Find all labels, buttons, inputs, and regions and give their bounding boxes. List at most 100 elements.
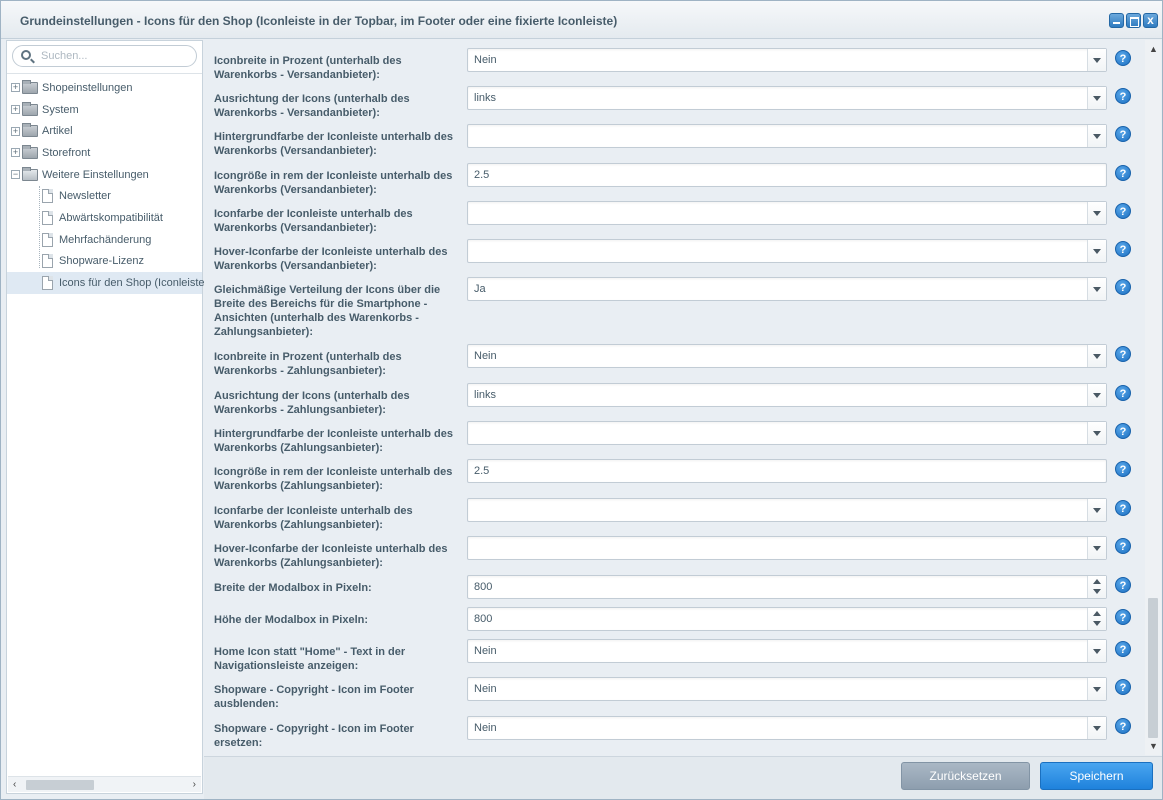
- divider: [7, 73, 202, 74]
- settings-tree-panel: + Shopeinstellungen + System + Artikel + Storef…: [6, 40, 205, 794]
- select-field[interactable]: [467, 421, 1107, 445]
- chevron-down-icon[interactable]: [1087, 717, 1106, 739]
- spinner-icon[interactable]: [1087, 608, 1106, 630]
- expand-icon[interactable]: +: [11, 148, 20, 158]
- expand-icon[interactable]: +: [11, 83, 20, 93]
- vertical-scrollbar[interactable]: ▲ ▼: [1145, 40, 1161, 755]
- field-label: Hintergrundfarbe der Iconleiste unterhal…: [214, 131, 453, 157]
- select-field[interactable]: links: [467, 86, 1107, 110]
- select-field[interactable]: [467, 124, 1107, 148]
- chevron-down-icon[interactable]: [1087, 125, 1106, 147]
- field-value: Nein: [474, 54, 497, 66]
- tree-item[interactable]: Newsletter: [7, 185, 202, 207]
- chevron-down-icon[interactable]: [1087, 422, 1106, 444]
- select-field[interactable]: Ja: [467, 277, 1107, 301]
- spinner-icon[interactable]: [1087, 576, 1106, 598]
- help-icon[interactable]: ?: [1115, 203, 1131, 219]
- field-label: Icongröße in rem der Iconleiste unterhal…: [214, 170, 453, 196]
- maximize-icon[interactable]: [1126, 13, 1141, 28]
- tree-item[interactable]: + Artikel: [7, 120, 202, 142]
- help-icon[interactable]: ?: [1115, 88, 1131, 104]
- help-icon[interactable]: ?: [1115, 165, 1131, 181]
- minimize-icon[interactable]: [1109, 13, 1124, 28]
- help-icon[interactable]: ?: [1115, 609, 1131, 625]
- select-field[interactable]: [467, 498, 1107, 522]
- chevron-down-icon[interactable]: [1087, 278, 1106, 300]
- select-field[interactable]: Nein: [467, 344, 1107, 368]
- chevron-down-icon[interactable]: [1087, 202, 1106, 224]
- tree-item-label: Shopware-Lizenz: [59, 255, 144, 268]
- help-icon[interactable]: ?: [1115, 641, 1131, 657]
- tree-item[interactable]: Abwärtskompatibilität: [7, 207, 202, 229]
- chevron-down-icon[interactable]: [1087, 499, 1106, 521]
- scroll-down-icon[interactable]: ▼: [1149, 741, 1158, 751]
- reset-button[interactable]: Zurücksetzen: [901, 762, 1030, 790]
- save-button[interactable]: Speichern: [1040, 762, 1153, 790]
- help-icon[interactable]: ?: [1115, 346, 1131, 362]
- help-icon[interactable]: ?: [1115, 718, 1131, 734]
- field-label: Iconbreite in Prozent (unterhalb des War…: [214, 351, 402, 377]
- collapse-icon[interactable]: −: [11, 170, 20, 180]
- settings-window: Grundeinstellungen - Icons für den Shop …: [0, 0, 1163, 800]
- chevron-down-icon[interactable]: [1087, 537, 1106, 559]
- select-field[interactable]: [467, 239, 1107, 263]
- tree-item-label: Mehrfachänderung: [59, 233, 152, 246]
- help-icon[interactable]: ?: [1115, 500, 1131, 516]
- field-label: Iconfarbe der Iconleiste unterhalb des W…: [214, 208, 413, 234]
- help-icon[interactable]: ?: [1115, 385, 1131, 401]
- select-field[interactable]: Nein: [467, 716, 1107, 740]
- tree-item-label: Icons für den Shop (Iconleiste: [59, 277, 205, 290]
- expand-icon[interactable]: +: [11, 126, 20, 136]
- help-icon[interactable]: ?: [1115, 538, 1131, 554]
- horizontal-scrollbar[interactable]: ‹ ›: [8, 776, 201, 792]
- tree-item[interactable]: Mehrfachänderung: [7, 229, 202, 251]
- tree-item[interactable]: Icons für den Shop (Iconleiste: [7, 272, 205, 294]
- chevron-down-icon[interactable]: [1087, 384, 1106, 406]
- text-field[interactable]: 2.5: [467, 163, 1107, 187]
- chevron-down-icon[interactable]: [1087, 49, 1106, 71]
- chevron-down-icon[interactable]: [1087, 87, 1106, 109]
- select-field[interactable]: [467, 536, 1107, 560]
- help-icon[interactable]: ?: [1115, 679, 1131, 695]
- folder-icon: [22, 123, 38, 138]
- select-field[interactable]: links: [467, 383, 1107, 407]
- help-icon[interactable]: ?: [1115, 241, 1131, 257]
- select-field[interactable]: Nein: [467, 677, 1107, 701]
- field-label: Home Icon statt "Home" - Text in der Nav…: [214, 646, 406, 672]
- chevron-down-icon[interactable]: [1087, 345, 1106, 367]
- help-icon[interactable]: ?: [1115, 423, 1131, 439]
- expand-icon[interactable]: +: [11, 105, 20, 115]
- chevron-down-icon[interactable]: [1087, 240, 1106, 262]
- search-box[interactable]: [12, 45, 197, 67]
- scroll-left-icon[interactable]: ‹: [13, 777, 16, 793]
- tree-item[interactable]: + System: [7, 99, 202, 121]
- tree-item[interactable]: + Shopeinstellungen: [7, 77, 202, 99]
- field-value: 2.5: [474, 169, 490, 181]
- text-field[interactable]: 2.5: [467, 459, 1107, 483]
- tree-item[interactable]: Shopware-Lizenz: [7, 251, 202, 273]
- chevron-down-icon[interactable]: [1087, 640, 1106, 662]
- scroll-thumb[interactable]: [26, 780, 94, 790]
- scroll-right-icon[interactable]: ›: [193, 777, 196, 793]
- search-input[interactable]: [39, 48, 189, 64]
- select-field[interactable]: Nein: [467, 639, 1107, 663]
- scroll-up-icon[interactable]: ▲: [1149, 44, 1158, 54]
- help-icon[interactable]: ?: [1115, 461, 1131, 477]
- field-label: Shopware - Copyright - Icon im Footer er…: [214, 723, 414, 749]
- number-field[interactable]: 800: [467, 575, 1107, 599]
- help-icon[interactable]: ?: [1115, 50, 1131, 66]
- help-icon[interactable]: ?: [1115, 279, 1131, 295]
- tree-item[interactable]: + Storefront: [7, 142, 202, 164]
- field-value: 800: [474, 581, 493, 593]
- number-field[interactable]: 800: [467, 607, 1107, 631]
- help-icon[interactable]: ?: [1115, 577, 1131, 593]
- select-field[interactable]: [467, 201, 1107, 225]
- tree-item[interactable]: − Weitere Einstellungen: [7, 164, 202, 186]
- select-field[interactable]: Nein: [467, 48, 1107, 72]
- field-label: Shopware - Copyright - Icon im Footer au…: [214, 684, 414, 710]
- close-icon[interactable]: x: [1143, 13, 1158, 28]
- window-titlebar: Grundeinstellungen - Icons für den Shop …: [1, 1, 1162, 39]
- chevron-down-icon[interactable]: [1087, 678, 1106, 700]
- scroll-thumb[interactable]: [1148, 598, 1158, 738]
- help-icon[interactable]: ?: [1115, 126, 1131, 142]
